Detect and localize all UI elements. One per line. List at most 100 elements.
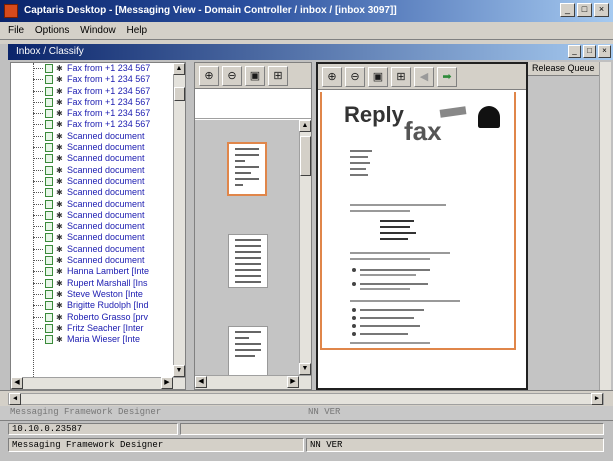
scroll-left-icon[interactable]: ◀ xyxy=(195,376,207,388)
scroll-down-icon[interactable]: ▼ xyxy=(173,365,185,377)
child-minimize-button[interactable]: _ xyxy=(568,45,581,58)
flag-icon: ✱ xyxy=(56,199,63,209)
thumbnail-scroll-thumb[interactable] xyxy=(300,136,311,176)
document-icon xyxy=(45,131,53,141)
release-queue-scrollbar[interactable] xyxy=(599,62,611,390)
document-icon xyxy=(45,109,53,119)
tree-item[interactable]: ✱ Scanned document xyxy=(11,210,176,221)
fit-width-icon[interactable]: ⊞ xyxy=(268,65,288,86)
fit-page-icon[interactable]: ▣ xyxy=(368,66,388,87)
ghost-version: NN VER xyxy=(308,407,341,417)
tree-item[interactable]: ✱ Scanned document xyxy=(11,142,176,153)
fax-heading-fax: fax xyxy=(404,116,442,146)
flag-icon: ✱ xyxy=(56,75,63,85)
scroll-down-icon[interactable]: ▼ xyxy=(299,363,311,375)
tree-item[interactable]: ✱ Rupert Marshall [Ins xyxy=(11,278,176,289)
tree-item[interactable]: ✱ Fritz Seacher [Inter xyxy=(11,323,176,334)
child-maximize-button[interactable]: □ xyxy=(583,45,596,58)
document-icon xyxy=(45,323,53,333)
document-icon xyxy=(45,199,53,209)
tree-item[interactable]: ✱ Fax from +1 234 567 xyxy=(11,97,176,108)
tree-item[interactable]: ✱ Scanned document xyxy=(11,255,176,266)
child-close-button[interactable]: × xyxy=(598,45,611,58)
tree-item[interactable]: ✱ Scanned document xyxy=(11,187,176,198)
zoom-in-icon[interactable]: ⊕ xyxy=(199,65,219,86)
zoom-out-icon[interactable]: ⊖ xyxy=(345,66,365,87)
tree-connector xyxy=(33,293,43,295)
flag-icon: ✱ xyxy=(56,210,63,220)
forward-icon[interactable]: ➡ xyxy=(437,66,457,87)
tree-item[interactable]: ✱ Maria Wieser [Inte xyxy=(11,334,176,345)
page-thumbnail-3[interactable] xyxy=(228,326,268,375)
tree-connector xyxy=(33,203,43,205)
window-controls: _ □ × xyxy=(560,3,609,17)
scroll-up-icon[interactable]: ▲ xyxy=(299,120,311,132)
app-icon[interactable] xyxy=(4,4,18,18)
tree-item[interactable]: ✱ Fax from +1 234 567 xyxy=(11,119,176,130)
zoom-out-icon[interactable]: ⊖ xyxy=(222,65,242,86)
scroll-right-icon[interactable]: ▶ xyxy=(591,393,603,405)
tree-item-label: Steve Weston [Inte xyxy=(67,288,143,299)
tree-item-label: Fax from +1 234 567 xyxy=(67,63,151,73)
tree-item[interactable]: ✱ Scanned document xyxy=(11,244,176,255)
scroll-up-icon[interactable]: ▲ xyxy=(173,63,185,75)
tree-scroll-thumb[interactable] xyxy=(174,87,185,101)
thumbnail-vertical-scrollbar[interactable]: ▲ ▼ xyxy=(299,120,311,375)
back-icon[interactable]: ◀ xyxy=(414,66,434,87)
scroll-left-icon[interactable]: ◀ xyxy=(11,377,23,389)
tree-item[interactable]: ✱ Scanned document xyxy=(11,131,176,142)
tree-item[interactable]: ✱ Scanned document xyxy=(11,232,176,243)
text-line xyxy=(350,210,410,212)
page-thumbnail-1[interactable] xyxy=(227,142,267,196)
menu-window[interactable]: Window xyxy=(80,25,116,36)
scroll-right-icon[interactable]: ▶ xyxy=(287,376,299,388)
menu-file[interactable]: File xyxy=(8,25,24,36)
tree-horizontal-scrollbar[interactable]: ◀ ▶ xyxy=(11,377,185,389)
tree-connector xyxy=(33,101,43,103)
document-icon xyxy=(45,335,53,345)
tree-item[interactable]: ✱ Fax from +1 234 567 xyxy=(11,63,176,74)
tree-item[interactable]: ✱ Brigitte Rudolph [Ind xyxy=(11,300,176,311)
text-line xyxy=(380,226,410,228)
minimize-button[interactable]: _ xyxy=(560,3,575,17)
menu-help[interactable]: Help xyxy=(127,25,148,36)
fit-width-icon[interactable]: ⊞ xyxy=(391,66,411,87)
tree-item[interactable]: ✱ Scanned document xyxy=(11,199,176,210)
workspace-horizontal-scrollbar-area: ◀ ▶ xyxy=(0,390,613,406)
tree-item[interactable]: ✱ Steve Weston [Inte xyxy=(11,289,176,300)
scroll-right-icon[interactable]: ▶ xyxy=(161,377,173,389)
fit-page-icon[interactable]: ▣ xyxy=(245,65,265,86)
scroll-left-icon[interactable]: ◀ xyxy=(9,393,21,405)
tree-connector xyxy=(33,339,43,341)
page-thumbnail-2[interactable] xyxy=(228,234,268,288)
flag-icon: ✱ xyxy=(56,256,63,266)
tree-item[interactable]: ✱ Scanned document xyxy=(11,153,176,164)
document-icon xyxy=(45,97,53,107)
flag-icon: ✱ xyxy=(56,143,63,153)
text-line xyxy=(380,232,416,234)
tree-item[interactable]: ✱ Scanned document xyxy=(11,176,176,187)
tree-item[interactable]: ✱ Fax from +1 234 567 xyxy=(11,86,176,97)
tree-item-label: Scanned document xyxy=(67,221,145,232)
tree-item[interactable]: ✱ Scanned document xyxy=(11,165,176,176)
menu-options[interactable]: Options xyxy=(35,25,69,36)
tree-item[interactable]: ✱ Fax from +1 234 567 xyxy=(11,74,176,85)
zoom-in-icon[interactable]: ⊕ xyxy=(322,66,342,87)
maximize-button[interactable]: □ xyxy=(577,3,592,17)
document-icon xyxy=(45,75,53,85)
tree-vertical-scrollbar[interactable]: ▲ ▼ xyxy=(173,63,185,377)
tree-item[interactable]: ✱ Roberto Grasso [prv xyxy=(11,312,176,323)
tree-item-label: Scanned document xyxy=(67,164,145,175)
workspace-horizontal-scrollbar[interactable]: ◀ ▶ xyxy=(8,393,604,405)
tree-item[interactable]: ✱ Fax from +1 234 567 xyxy=(11,108,176,119)
document-icon xyxy=(45,301,53,311)
document-icon xyxy=(45,312,53,322)
thumbnail-horizontal-scrollbar[interactable]: ◀ ▶ xyxy=(195,375,311,389)
tree-item[interactable]: ✱ Hanna Lambert [Inte xyxy=(11,266,176,277)
address-field[interactable]: 10.10.0.23587 xyxy=(8,423,178,435)
message-tree: ✱ Fax from +1 234 567 ✱ Fax from +1 234 567… xyxy=(10,62,186,390)
tree-item[interactable]: ✱ Scanned document xyxy=(11,221,176,232)
close-button[interactable]: × xyxy=(594,3,609,17)
text-line xyxy=(350,204,446,206)
tree-connector xyxy=(33,282,43,284)
